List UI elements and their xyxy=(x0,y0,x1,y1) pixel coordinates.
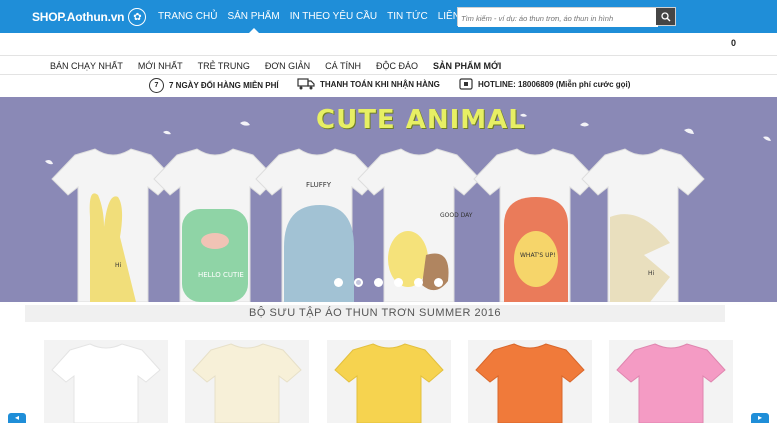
product-card-yellow[interactable] xyxy=(327,340,451,424)
return-days-icon: 7 xyxy=(149,78,164,93)
search-input[interactable] xyxy=(458,10,658,27)
delivery-truck-icon xyxy=(297,78,315,90)
banner-shirt-dino: Hi xyxy=(581,148,705,302)
search-icon xyxy=(660,11,670,21)
nav-item-home[interactable]: TRANG CHỦ xyxy=(158,0,217,33)
cod-text: THANH TOÁN KHI NHẬN HÀNG xyxy=(320,79,440,89)
product-image-3 xyxy=(334,343,444,424)
category-newest[interactable]: MỚI NHẤT xyxy=(138,61,183,71)
scroll-prev-icon[interactable]: ◂ xyxy=(8,413,26,423)
category-best-selling[interactable]: BÁN CHẠY NHẤT xyxy=(50,61,123,71)
slider-dot-6[interactable] xyxy=(434,278,443,287)
slider-dot-4[interactable] xyxy=(394,278,403,287)
hotline-text: HOTLINE: 18006809 (Miễn phí cước gọi) xyxy=(478,79,631,89)
free-return-info: 7 7 NGÀY ĐỔI HÀNG MIỄN PHÍ xyxy=(149,78,279,93)
phone-icon xyxy=(459,78,473,90)
category-youthful[interactable]: TRẺ TRUNG xyxy=(198,61,250,71)
product-image-4 xyxy=(475,343,585,424)
category-unique[interactable]: ĐỘC ĐÁO xyxy=(376,61,418,71)
slider-dots xyxy=(334,278,454,287)
nav-item-custom-print[interactable]: IN THEO YÊU CẦU xyxy=(290,0,377,33)
shirt-text-2: HELLO CUTIE xyxy=(198,271,244,279)
product-image-1 xyxy=(51,343,161,424)
cod-info: THANH TOÁN KHI NHẬN HÀNG xyxy=(297,78,440,90)
logo-text: SHOP.Aothun.vn xyxy=(32,10,125,24)
category-bar: BÁN CHẠY NHẤT MỚI NHẤT TRẺ TRUNG ĐƠN GIẢ… xyxy=(0,55,777,75)
product-image-5 xyxy=(616,343,726,424)
main-nav: TRANG CHỦ SẢN PHẨM IN THEO YÊU CẦU TIN T… xyxy=(158,0,487,33)
category-new-products[interactable]: SẢN PHẨM MỚI xyxy=(433,61,501,71)
collection-title: BỘ SƯU TẬP ÁO THUN TRƠN SUMMER 2016 xyxy=(25,305,725,322)
product-image-2 xyxy=(192,343,302,424)
slider-dot-3[interactable] xyxy=(374,278,383,287)
banner-title: CUTE ANIMAL xyxy=(316,105,526,135)
slider-dot-5[interactable] xyxy=(414,278,423,287)
nav-item-products[interactable]: SẢN PHẨM xyxy=(227,0,280,33)
category-personality[interactable]: CÁ TÍNH xyxy=(325,61,361,71)
slider-dot-1[interactable] xyxy=(334,278,343,287)
slider-dot-2[interactable] xyxy=(354,278,363,287)
product-card-cream[interactable] xyxy=(185,340,309,424)
nav-item-news[interactable]: TIN TỨC xyxy=(387,0,428,33)
shirt-text-4: GOOD DAY xyxy=(440,212,473,219)
shirt-text-5: WHAT'S UP! xyxy=(520,252,556,259)
product-grid xyxy=(0,340,777,424)
product-card-orange[interactable] xyxy=(468,340,592,424)
scroll-next-icon[interactable]: ▸ xyxy=(751,413,769,423)
hero-banner[interactable]: CUTE ANIMAL Hi HELLO CUTIE FLUFFY GOOD D… xyxy=(0,97,777,302)
search-button[interactable] xyxy=(656,8,675,25)
shirt-text-3: FLUFFY xyxy=(306,181,332,189)
info-bar: 7 7 NGÀY ĐỔI HÀNG MIỄN PHÍ THANH TOÁN KH… xyxy=(0,76,777,96)
top-bar: SHOP.Aothun.vn ✿ TRANG CHỦ SẢN PHẨM IN T… xyxy=(0,0,777,33)
product-card-pink[interactable] xyxy=(609,340,733,424)
hotline-info: HOTLINE: 18006809 (Miễn phí cước gọi) xyxy=(459,78,630,90)
cart-count[interactable]: 0 xyxy=(731,38,736,48)
search-box xyxy=(457,7,676,27)
site-logo[interactable]: SHOP.Aothun.vn ✿ xyxy=(32,8,147,26)
cart-strip: 0 xyxy=(0,33,777,55)
product-card-white[interactable] xyxy=(44,340,168,424)
shirt-text-6: Hi xyxy=(648,270,655,277)
shirt-text-1: Hi xyxy=(115,262,122,269)
logo-badge-icon: ✿ xyxy=(128,8,147,26)
category-simple[interactable]: ĐƠN GIẢN xyxy=(265,61,310,71)
free-return-text: 7 NGÀY ĐỔI HÀNG MIỄN PHÍ xyxy=(169,81,279,90)
